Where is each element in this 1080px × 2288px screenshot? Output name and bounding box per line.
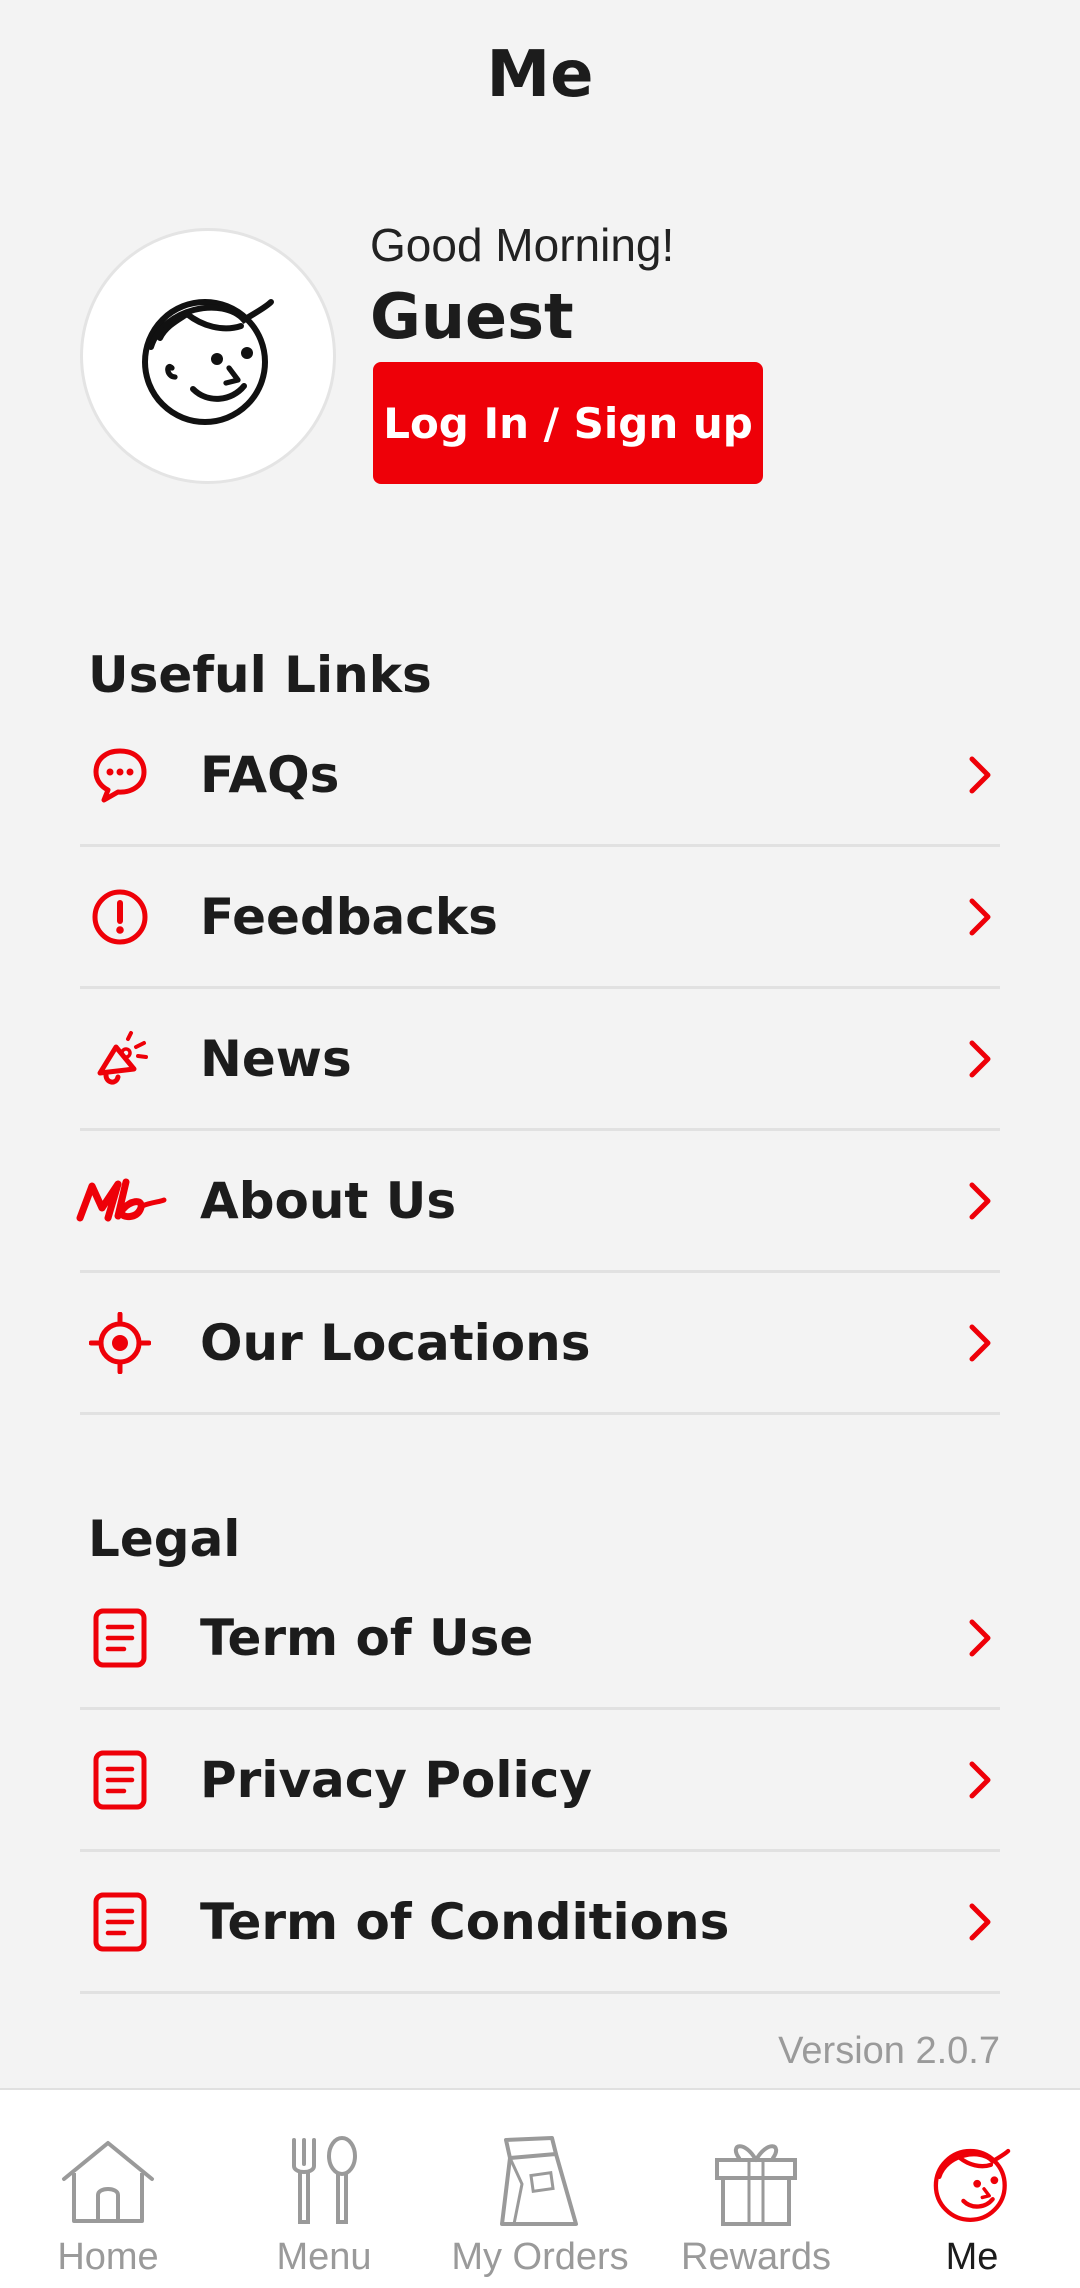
list-item-privacy-policy[interactable]: Privacy Policy (80, 1710, 1000, 1852)
chat-bubble-icon (88, 743, 152, 807)
house-icon (58, 2134, 158, 2230)
nav-label: Rewards (681, 2236, 831, 2278)
legal-title: Legal (88, 1510, 241, 1568)
list-item-label: FAQs (200, 745, 340, 804)
list-item-faqs[interactable]: FAQs (80, 705, 1000, 847)
list-item-term-of-conditions[interactable]: Term of Conditions (80, 1852, 1000, 1994)
chevron-right-icon (960, 753, 1000, 797)
user-name: Guest (370, 280, 574, 353)
document-icon (88, 1890, 152, 1954)
chevron-right-icon (960, 895, 1000, 939)
nav-label: Home (57, 2236, 159, 2278)
nav-home[interactable]: Home (0, 2090, 216, 2288)
nav-label: Menu (276, 2236, 372, 2278)
nav-my-orders[interactable]: My Orders (432, 2090, 648, 2288)
chevron-right-icon (960, 1900, 1000, 1944)
list-item-label: Feedbacks (200, 887, 498, 946)
document-icon (88, 1606, 152, 1670)
useful-links-title: Useful Links (88, 646, 432, 704)
mascot-face-icon (922, 2134, 1022, 2230)
exclamation-circle-icon (88, 885, 152, 949)
nav-me[interactable]: Me (864, 2090, 1080, 2288)
avatar (80, 228, 336, 484)
greeting-text: Good Morning! (370, 219, 675, 271)
list-item-label: News (200, 1029, 352, 1088)
nav-label: My Orders (451, 2236, 629, 2278)
mascot-face-icon (142, 299, 274, 425)
fork-spoon-icon (274, 2134, 374, 2230)
document-icon (88, 1748, 152, 1812)
nav-menu[interactable]: Menu (216, 2090, 432, 2288)
useful-links-list: FAQs Feedbacks News About Us Our Locatio… (76, 705, 1000, 1415)
chevron-right-icon (960, 1616, 1000, 1660)
chevron-right-icon (960, 1321, 1000, 1365)
login-signup-button[interactable]: Log In / Sign up (373, 362, 763, 484)
nav-label: Me (945, 2236, 999, 2278)
location-target-icon (88, 1311, 152, 1375)
chevron-right-icon (960, 1037, 1000, 1081)
brand-logo-icon (74, 1169, 170, 1233)
bottom-nav: Home Menu My Orders Rewards Me (0, 2088, 1080, 2288)
list-item-feedbacks[interactable]: Feedbacks (80, 847, 1000, 989)
list-item-label: Privacy Policy (200, 1750, 592, 1809)
chevron-right-icon (960, 1179, 1000, 1223)
chevron-right-icon (960, 1758, 1000, 1802)
list-item-term-of-use[interactable]: Term of Use (80, 1568, 1000, 1710)
gift-icon (706, 2134, 806, 2230)
nav-rewards[interactable]: Rewards (648, 2090, 864, 2288)
list-item-about-us[interactable]: About Us (76, 1131, 1000, 1273)
page-title: Me (486, 38, 594, 112)
list-item-label: Term of Use (200, 1608, 534, 1667)
list-item-news[interactable]: News (80, 989, 1000, 1131)
bag-icon (490, 2134, 590, 2230)
legal-list: Term of Use Privacy Policy Term of Condi… (80, 1568, 1000, 1994)
me-screen: Me Good Morning! Guest Log In / Sign up … (0, 0, 1080, 2288)
list-item-label: About Us (200, 1171, 457, 1230)
app-version: Version 2.0.7 (778, 2030, 1000, 2072)
list-item-label: Our Locations (200, 1313, 591, 1372)
megaphone-icon (88, 1027, 152, 1091)
list-item-our-locations[interactable]: Our Locations (80, 1273, 1000, 1415)
list-item-label: Term of Conditions (200, 1892, 730, 1951)
